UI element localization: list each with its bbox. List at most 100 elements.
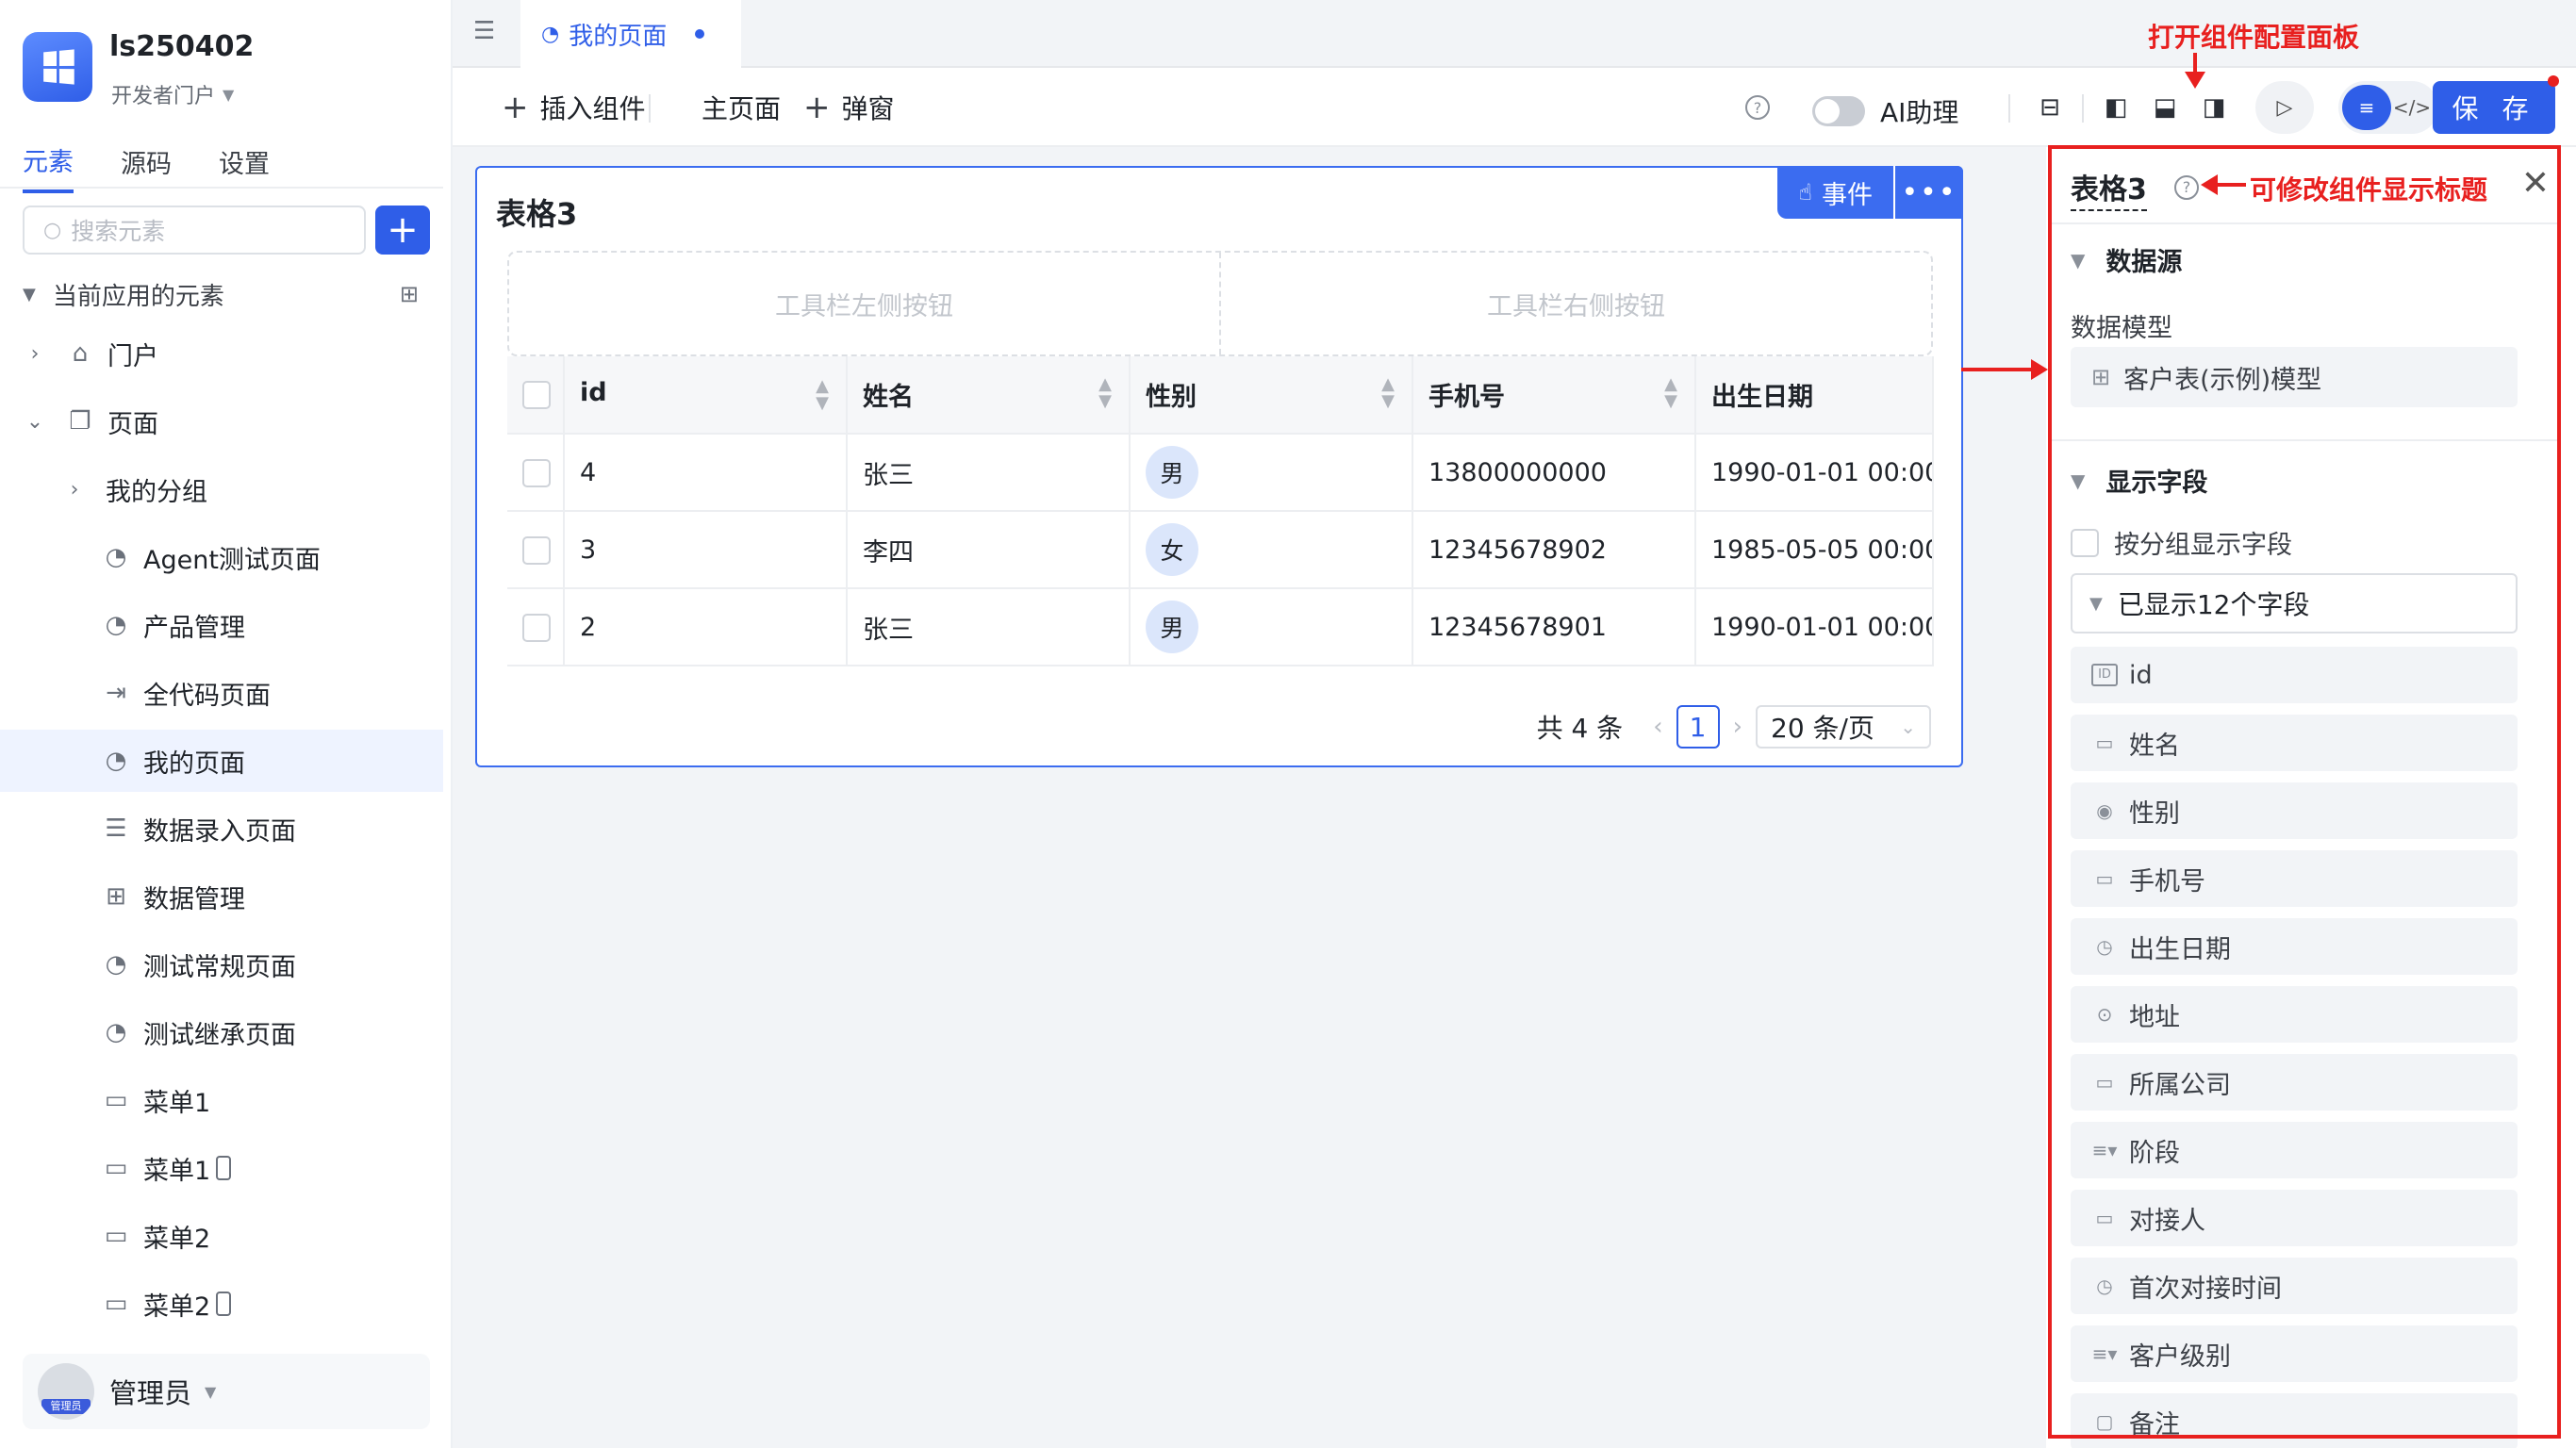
save-button[interactable]: 保 存 [2433,81,2555,134]
tree-item[interactable]: › ⌂ 门户 [0,322,443,385]
toolbar-divider [2008,94,2010,123]
column-header-gender[interactable]: 性别 ▲ ▼ [1130,356,1413,435]
prev-page-icon[interactable]: ‹ [1653,713,1662,741]
sort-icon[interactable]: ▲ ▼ [1664,376,1677,410]
select-all-checkbox[interactable] [522,381,551,410]
cell-phone: 13800000000 [1412,434,1696,512]
table-component-card[interactable]: 表格3 ☝ 事件 ••• 工具栏左侧按钮 工具栏右侧按钮 id ▲ ▼ 姓名 ▲ ▼ 性… [475,166,1963,767]
main-page-button[interactable]: 主页面 [702,89,781,126]
tree-item[interactable]: ◔ Agent测试页面 [0,526,443,588]
insert-component-button[interactable]: + 插入组件 [502,89,646,126]
toggle-switch[interactable] [1812,96,1865,126]
tree-item[interactable]: ⊞ 数据管理 [0,865,443,928]
tree-item-label: 门户 [107,341,158,371]
preview-play-button[interactable]: ▷ [2255,81,2314,134]
tab-label: 我的页面 [569,22,668,51]
tab-my-page[interactable]: ◔ 我的页面 [520,0,741,68]
right-panel-icon[interactable]: ◨ [2193,87,2235,128]
toolbar-right-slot[interactable]: 工具栏右侧按钮 [1221,253,1931,354]
current-app-elements-header[interactable]: ▼ 当前应用的元素 ⊞ [23,275,419,313]
tree-item-label: 菜单1 [143,1156,211,1186]
page-icon: ◔ [105,747,127,775]
table-row[interactable]: 4 张三 男 13800000000 1990-01-01 00:00 [507,434,1934,512]
tree-item[interactable]: ◔ 测试继承页面 [0,1001,443,1063]
hand-pointer-icon: ☝ [1798,179,1812,206]
toolbar-divider [649,94,651,123]
cell-birth: 1985-05-05 00:00 [1695,511,1934,589]
bottom-panel-icon[interactable]: ⬓ [2144,87,2186,128]
page-size-select[interactable]: 20 条/页 ⌄ [1756,705,1931,749]
collapse-sidebar-icon[interactable]: ☰ [473,17,495,45]
design-mode-icon[interactable]: ≡ [2342,85,2391,130]
tree-item[interactable]: ◔ 测试常规页面 [0,933,443,996]
avatar-tag: 管理员 [41,1399,91,1414]
sort-icon[interactable]: ▲ ▼ [816,377,829,412]
add-dialog-button[interactable]: + 弹窗 [803,89,895,126]
cell-birth-text: 1990-01-01 00:00 [1711,612,1933,642]
sort-icon[interactable]: ▲ ▼ [1381,376,1395,410]
tree-item[interactable]: ⇥ 全代码页面 [0,662,443,724]
section-label: 当前应用的元素 [52,282,224,311]
column-header-phone[interactable]: 手机号 ▲ ▼ [1412,356,1696,435]
tree-item[interactable]: ☰ 数据录入页面 [0,798,443,860]
chevron-right-icon[interactable]: › [62,478,87,502]
next-page-icon[interactable]: › [1733,713,1742,741]
tree-item-label: 数据录入页面 [143,816,296,847]
tree-item-label: 测试继承页面 [143,1020,296,1050]
left-panel-icon[interactable]: ◧ [2095,87,2137,128]
column-header-id[interactable]: id ▲ ▼ [564,356,848,435]
tab-elements[interactable]: 元素 [23,141,74,193]
code-mode-icon[interactable]: </> [2391,85,2433,130]
cell-phone-text: 12345678902 [1428,535,1607,565]
add-element-button[interactable]: + [375,206,430,255]
row-select-cell [507,434,565,512]
page-1-button[interactable]: 1 [1676,705,1720,749]
cell-id-text: 4 [580,457,597,487]
toolbar-left-slot[interactable]: 工具栏左侧按钮 [509,253,1221,354]
chevron-down-icon[interactable]: ⌄ [23,410,47,434]
dialog-label: 弹窗 [841,93,895,124]
tree-item[interactable]: › 我的分组 [0,458,443,520]
app-name[interactable]: ls250402 [109,30,254,63]
column-header-name[interactable]: 姓名 ▲ ▼ [847,356,1131,435]
tree-item[interactable]: ◔ 我的页面 [0,730,443,792]
portal-switcher[interactable]: 开发者门户 ▼ [111,79,234,109]
help-icon[interactable]: ? [1737,87,1778,128]
events-button[interactable]: ☝ 事件 [1777,166,1895,219]
tab-settings[interactable]: 设置 [219,143,270,191]
tree-item[interactable]: ▭ 菜单1 [0,1069,443,1131]
cell-name: 李四 [847,511,1131,589]
column-header-birth[interactable]: 出生日期 [1695,356,1934,435]
tree-item[interactable]: ▭ 菜单2 [0,1273,443,1335]
editor-toolbar: + 插入组件 主页面 + 弹窗 ? AI助理 ⊟ ◧ ⬓ ◨ ▷ ≡ </> 保… [453,68,2576,147]
table-row[interactable]: 2 张三 男 12345678901 1990-01-01 00:00 [507,588,1934,666]
table-row[interactable]: 3 李四 女 12345678902 1985-05-05 00:00 [507,511,1934,589]
layout-icon[interactable]: ⊞ [400,281,419,307]
tree-item[interactable]: ▭ 菜单1 [0,1137,443,1199]
row-checkbox[interactable] [522,613,551,642]
user-menu[interactable]: 管理员 管理员 ▼ [23,1354,430,1429]
more-actions-button[interactable]: ••• [1895,166,1963,219]
mobile-icon [216,1292,232,1316]
tree-item[interactable]: ▭ 菜单2 [0,1205,443,1267]
cell-phone: 12345678902 [1412,511,1696,589]
row-checkbox[interactable] [522,535,551,565]
insert-label: 插入组件 [539,93,646,124]
avatar: 管理员 [38,1363,94,1420]
element-search-input[interactable]: ○ 搜索元素 [23,206,366,255]
gender-badge: 男 [1146,601,1198,653]
design-code-switch[interactable]: ≡ </> [2338,81,2438,134]
component-tree-icon[interactable]: ⊟ [2029,87,2071,128]
ai-assistant-toggle[interactable]: AI助理 [1812,92,1958,130]
tree-item[interactable]: ⌄ ❐ 页面 [0,390,443,452]
chevron-right-icon[interactable]: › [23,342,47,366]
sort-icon[interactable]: ▲ ▼ [1098,376,1112,410]
cell-birth-text: 1985-05-05 00:00 [1711,535,1933,565]
chevron-down-icon: ⌄ [1900,716,1916,738]
annotation-edit-title: 可修改组件显示标题 [2250,174,2488,206]
plus-icon: + [502,89,529,126]
tab-source[interactable]: 源码 [121,143,172,191]
row-checkbox[interactable] [522,458,551,487]
portal-label: 开发者门户 [111,85,216,108]
tree-item[interactable]: ◔ 产品管理 [0,594,443,656]
